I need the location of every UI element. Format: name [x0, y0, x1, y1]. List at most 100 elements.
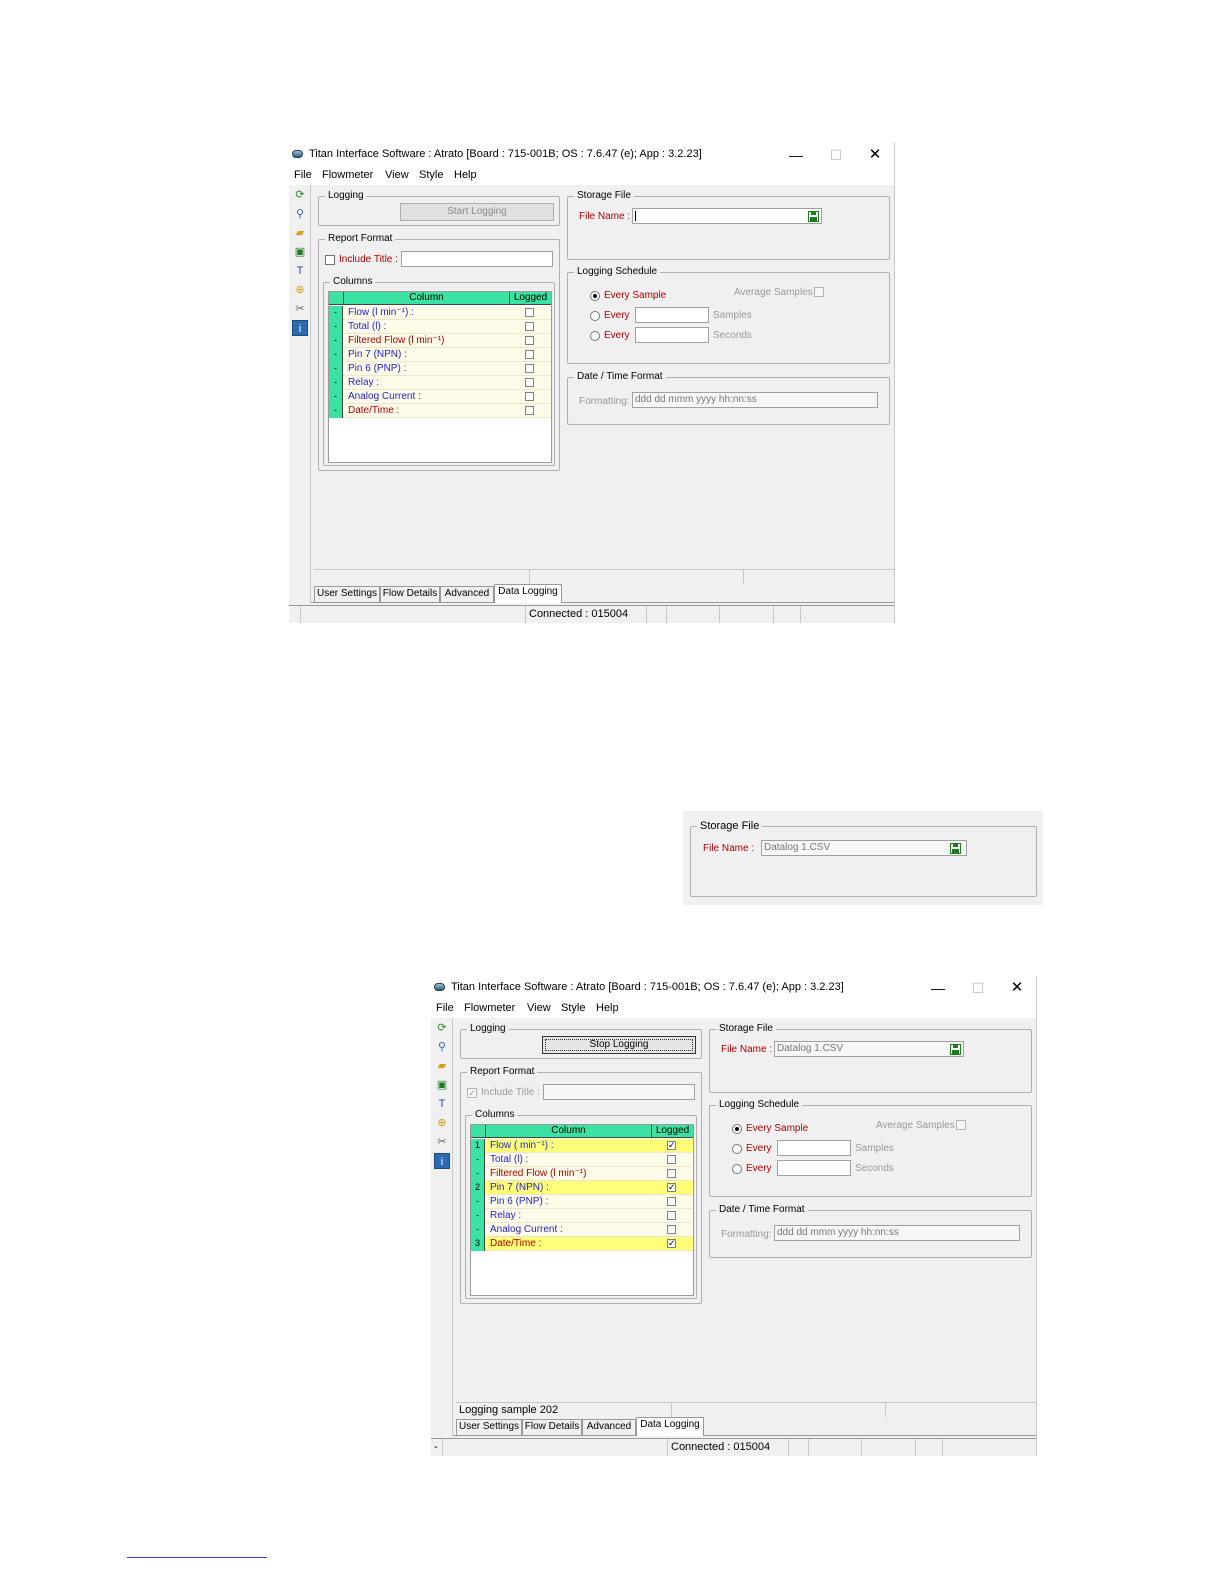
probe-icon[interactable]: T — [434, 1096, 450, 1112]
table-row[interactable]: - Total (l) : — [329, 320, 551, 334]
table-row[interactable]: - Analog Current : — [329, 390, 551, 404]
maximize-button[interactable]: ☐ — [816, 145, 856, 165]
logged-checkbox[interactable] — [667, 1155, 676, 1164]
close-button[interactable]: ✕ — [997, 978, 1036, 998]
table-row[interactable]: - Flow (l min⁻¹) : — [329, 306, 551, 320]
include-title-checkbox[interactable] — [325, 255, 335, 265]
table-row[interactable]: 1 Flow ( min⁻¹) : ✓ — [471, 1139, 693, 1153]
logged-checkbox[interactable] — [525, 378, 534, 387]
stop-logging-button[interactable]: Stop Logging — [542, 1036, 696, 1054]
logged-checkbox[interactable] — [525, 322, 534, 331]
every-seconds-radio[interactable] — [732, 1164, 742, 1174]
title-bar[interactable]: Titan Interface Software : Atrato [Board… — [431, 976, 1036, 1000]
table-row[interactable]: - Filtered Flow (l min⁻¹) — [329, 334, 551, 348]
tools-icon[interactable]: ✂ — [292, 301, 308, 317]
tab-user-settings[interactable]: User Settings — [314, 586, 380, 602]
table-row[interactable]: - Relay : — [471, 1209, 693, 1223]
menu-style[interactable]: Style — [561, 1002, 585, 1014]
table-row[interactable]: - Relay : — [329, 376, 551, 390]
logged-checkbox[interactable]: ✓ — [667, 1141, 676, 1150]
menu-style[interactable]: Style — [419, 169, 443, 181]
menu-flowmeter[interactable]: Flowmeter — [322, 169, 373, 181]
tab-advanced[interactable]: Advanced — [440, 586, 494, 602]
close-button[interactable]: ✕ — [855, 145, 894, 165]
table-row[interactable]: - Pin 7 (NPN) : — [329, 348, 551, 362]
save-file-icon[interactable] — [808, 211, 819, 222]
open-folder-icon[interactable]: ▰ — [434, 1058, 450, 1074]
every-seconds-input[interactable] — [635, 327, 709, 343]
every-samples-radio[interactable] — [590, 311, 600, 321]
table-row[interactable]: 2 Pin 7 (NPN) : ✓ — [471, 1181, 693, 1195]
menu-help[interactable]: Help — [454, 169, 477, 181]
open-folder-icon[interactable]: ▰ — [292, 225, 308, 241]
menu-help[interactable]: Help — [596, 1002, 619, 1014]
lock-icon[interactable]: ⊕ — [292, 282, 308, 298]
tab-data-logging[interactable]: Data Logging — [636, 1417, 704, 1436]
table-row[interactable]: - Pin 6 (PNP) : — [471, 1195, 693, 1209]
menu-view[interactable]: View — [527, 1002, 551, 1014]
probe-icon[interactable]: T — [292, 263, 308, 279]
every-samples-radio[interactable] — [732, 1144, 742, 1154]
file-name-input[interactable]: Datalog 1.CSV — [761, 840, 967, 856]
file-name-input[interactable]: Datalog 1.CSV — [774, 1041, 964, 1057]
logged-checkbox[interactable] — [667, 1211, 676, 1220]
menu-file[interactable]: File — [294, 169, 312, 181]
tab-flow-details[interactable]: Flow Details — [522, 1419, 582, 1435]
formatting-input[interactable]: ddd dd mmm yyyy hh:nn:ss — [632, 392, 878, 408]
table-row[interactable]: - Filtered Flow (l min⁻¹) — [471, 1167, 693, 1181]
save-icon[interactable]: ▣ — [434, 1077, 450, 1093]
every-seconds-radio[interactable] — [590, 331, 600, 341]
logged-checkbox[interactable] — [525, 406, 534, 415]
minimize-button[interactable]: — — [776, 145, 816, 165]
every-samples-input[interactable] — [635, 307, 709, 323]
average-samples-checkbox[interactable] — [814, 287, 824, 297]
logged-checkbox[interactable] — [667, 1225, 676, 1234]
logged-checkbox[interactable] — [525, 350, 534, 359]
file-name-input[interactable] — [632, 208, 822, 224]
lock-icon[interactable]: ⊕ — [434, 1115, 450, 1131]
save-icon[interactable]: ▣ — [292, 244, 308, 260]
tab-data-logging[interactable]: Data Logging — [494, 584, 562, 603]
logged-checkbox[interactable]: ✓ — [667, 1183, 676, 1192]
logged-checkbox[interactable] — [667, 1197, 676, 1206]
every-sample-radio[interactable] — [590, 291, 600, 301]
tab-user-settings[interactable]: User Settings — [456, 1419, 522, 1435]
table-row[interactable]: - Analog Current : — [471, 1223, 693, 1237]
logged-checkbox[interactable] — [667, 1169, 676, 1178]
every-samples-input[interactable] — [777, 1140, 851, 1156]
formatting-input[interactable]: ddd dd mmm yyyy hh:nn:ss — [774, 1225, 1020, 1241]
tab-flow-details[interactable]: Flow Details — [380, 586, 440, 602]
include-title-input[interactable] — [401, 251, 553, 267]
logged-checkbox[interactable] — [525, 336, 534, 345]
every-seconds-input[interactable] — [777, 1160, 851, 1176]
include-title-checkbox[interactable]: ✓ — [467, 1088, 477, 1098]
title-bar[interactable]: Titan Interface Software : Atrato [Board… — [289, 143, 894, 167]
include-title-input[interactable] — [543, 1084, 695, 1100]
logged-checkbox[interactable]: ✓ — [667, 1239, 676, 1248]
start-logging-button[interactable]: Start Logging — [400, 203, 554, 221]
logged-checkbox[interactable] — [525, 308, 534, 317]
table-row[interactable]: - Date/Time : — [329, 404, 551, 418]
minimize-button[interactable]: — — [918, 978, 958, 998]
menu-file[interactable]: File — [436, 1002, 454, 1014]
tab-advanced[interactable]: Advanced — [582, 1419, 636, 1435]
logged-checkbox[interactable] — [525, 392, 534, 401]
search-icon[interactable]: ⚲ — [434, 1039, 450, 1055]
every-sample-radio[interactable] — [732, 1124, 742, 1134]
average-samples-checkbox[interactable] — [956, 1120, 966, 1130]
logged-checkbox[interactable] — [525, 364, 534, 373]
refresh-icon[interactable]: ⟳ — [292, 187, 308, 203]
info-icon[interactable]: i — [292, 320, 308, 336]
table-row[interactable]: 3 Date/Time : ✓ — [471, 1237, 693, 1251]
menu-flowmeter[interactable]: Flowmeter — [464, 1002, 515, 1014]
menu-view[interactable]: View — [385, 169, 409, 181]
maximize-button[interactable]: ☐ — [958, 978, 998, 998]
tools-icon[interactable]: ✂ — [434, 1134, 450, 1150]
search-icon[interactable]: ⚲ — [292, 206, 308, 222]
info-icon[interactable]: i — [434, 1153, 450, 1169]
table-row[interactable]: - Total (l) : — [471, 1153, 693, 1167]
refresh-icon[interactable]: ⟳ — [434, 1020, 450, 1036]
save-file-icon[interactable] — [950, 1044, 961, 1055]
save-file-icon[interactable] — [950, 843, 961, 854]
table-row[interactable]: - Pin 6 (PNP) : — [329, 362, 551, 376]
